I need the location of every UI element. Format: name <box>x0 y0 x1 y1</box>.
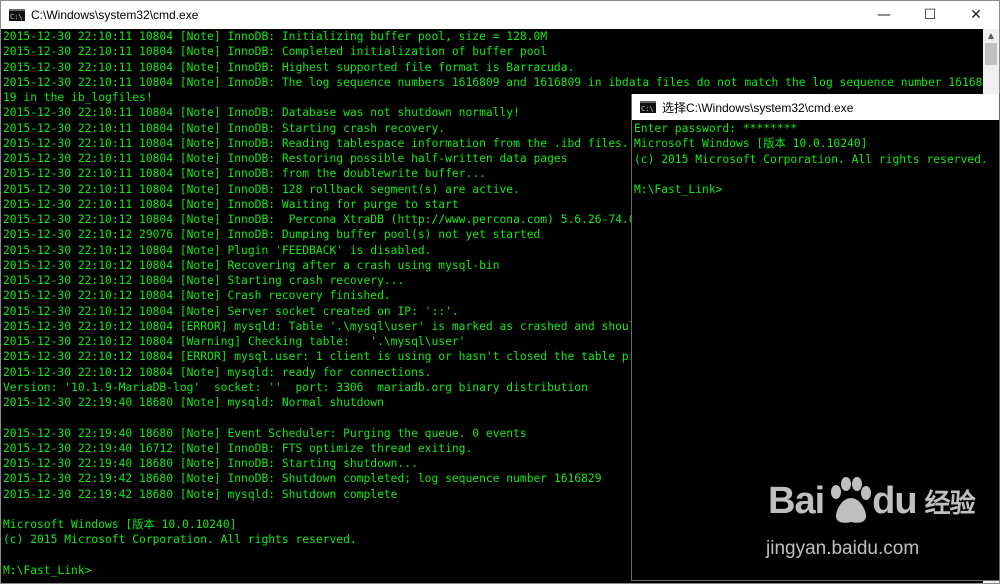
main-window-title: C:\Windows\system32\cmd.exe <box>31 8 199 22</box>
cmd-app-icon: C:\ <box>9 9 25 21</box>
watermark-brand: Bai <box>768 479 825 522</box>
close-button[interactable]: ✕ <box>953 1 999 29</box>
baidu-jingyan-watermark: Bai du 经验 jingyan.baidu.com <box>758 474 993 574</box>
console-line: (c) 2015 Microsoft Corporation. All righ… <box>634 152 988 166</box>
minimize-button[interactable]: — <box>861 1 907 29</box>
watermark-brand-cn: 经验 <box>924 488 976 519</box>
console-line: Microsoft Windows [版本 10.0.10240] <box>634 137 868 151</box>
console-line: 2015-12-30 22:10:11 10804 [Note] InnoDB:… <box>3 75 983 89</box>
window-controls: — ☐ ✕ <box>861 1 999 29</box>
baidu-paw-icon <box>831 477 872 523</box>
watermark-brand-end: du <box>872 479 917 522</box>
second-window-title: 选择C:\Windows\system32\cmd.exe <box>662 100 854 115</box>
baidu-logo: Bai du 经验 <box>768 474 976 528</box>
second-title-bar[interactable]: C:\ 选择C:\Windows\system32\cmd.exe <box>632 94 999 120</box>
console-line: 2015-12-30 22:10:11 10804 [Note] InnoDB:… <box>3 45 548 59</box>
console-line: 2015-12-30 22:10:11 10804 [Note] InnoDB:… <box>3 30 548 43</box>
maximize-button[interactable]: ☐ <box>907 1 953 29</box>
main-title-bar[interactable]: C:\ C:\Windows\system32\cmd.exe — ☐ ✕ <box>1 1 999 29</box>
cmd-app-icon: C:\ <box>640 101 656 113</box>
scroll-up-arrow-icon[interactable]: ▲ <box>983 29 999 43</box>
watermark-url: jingyan.baidu.com <box>766 538 920 559</box>
console-line: 2015-12-30 22:10:11 10804 [Note] InnoDB:… <box>3 60 575 74</box>
scroll-thumb[interactable] <box>985 43 997 65</box>
console-line: Enter password: ******** <box>634 122 798 135</box>
console-line: M:\Fast_Link> <box>634 183 723 196</box>
